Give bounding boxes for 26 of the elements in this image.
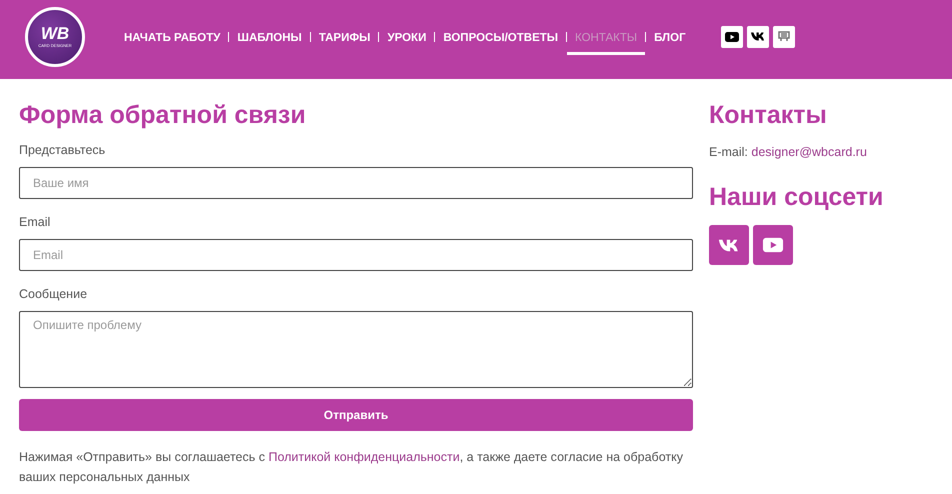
field-label: Сообщение xyxy=(19,287,88,301)
vk-icon xyxy=(750,32,765,41)
field-label: Email xyxy=(19,215,52,229)
play-icon xyxy=(724,32,739,42)
input-field[interactable]: Ваше имя xyxy=(19,167,693,199)
social-button[interactable] xyxy=(720,26,743,48)
vk-icon xyxy=(718,238,740,252)
consent-text: Нажимая «Отправить» вы соглашаетесь с Политикой конфиденциальности, а также даете согласие на обработку ваших персональных данных xyxy=(19,449,684,486)
nav-link[interactable]: ТАРИФЫ xyxy=(318,28,370,55)
email-label: E-mail: xyxy=(709,145,748,159)
nav-link[interactable]: НАЧАТЬ РАБОТУ xyxy=(124,28,220,55)
input-field[interactable]: Email xyxy=(19,239,693,271)
email-link[interactable]: designer@wbcard.ru xyxy=(751,145,867,159)
nav-link[interactable]: ШАБЛОНЫ xyxy=(237,28,302,55)
nav-link[interactable]: УРОКИ xyxy=(387,28,426,55)
nav-link[interactable]: БЛОГ xyxy=(654,28,686,55)
play-icon xyxy=(762,238,784,252)
contacts-title: Контакты xyxy=(709,100,828,131)
nav-link[interactable]: ВОПРОСЫ/ОТВЕТЫ xyxy=(443,28,558,55)
privacy-link[interactable]: Политикой конфиденциальности xyxy=(268,450,460,464)
social-title: Наши соцсети xyxy=(709,182,884,213)
form-title: Форма обратной связи xyxy=(19,100,307,131)
submit-button[interactable]: Отправить xyxy=(19,399,693,431)
message-field[interactable]: Опишите проблему xyxy=(19,311,693,388)
social-button[interactable] xyxy=(746,26,769,48)
field-label: Представьтесь xyxy=(19,143,106,157)
